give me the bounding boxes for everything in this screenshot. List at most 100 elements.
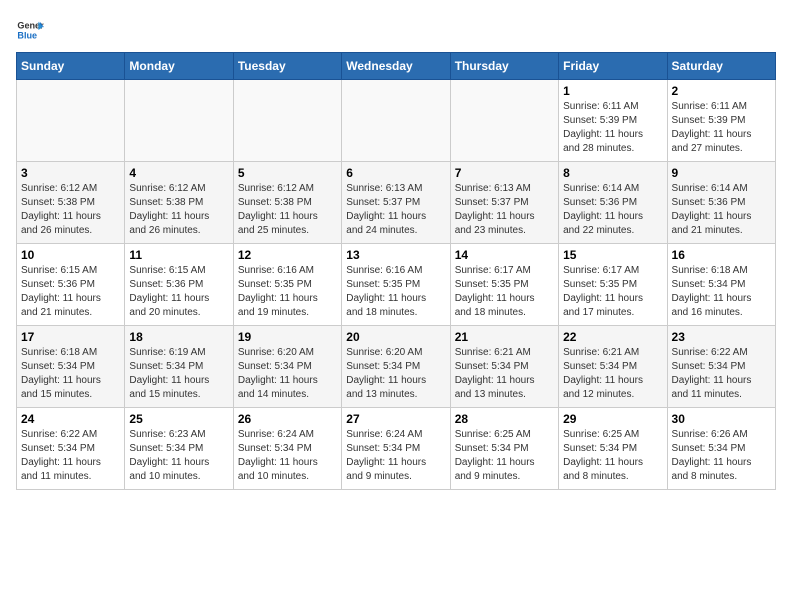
weekday-header-saturday: Saturday <box>667 53 775 80</box>
calendar-cell: 17 Sunrise: 6:18 AM Sunset: 5:34 PM Dayli… <box>17 326 125 408</box>
week-row-1: 1 Sunrise: 6:11 AM Sunset: 5:39 PM Daylig… <box>17 80 776 162</box>
page-header: General Blue <box>16 16 776 44</box>
day-info: Sunrise: 6:20 AM Sunset: 5:34 PM Dayligh… <box>238 346 337 402</box>
day-info: Sunrise: 6:15 AM Sunset: 5:36 PM Dayligh… <box>129 264 228 320</box>
day-number: 26 <box>238 412 337 426</box>
day-number: 3 <box>21 166 120 180</box>
day-info: Sunrise: 6:21 AM Sunset: 5:34 PM Dayligh… <box>563 346 662 402</box>
day-number: 22 <box>563 330 662 344</box>
calendar-cell: 26 Sunrise: 6:24 AM Sunset: 5:34 PM Dayli… <box>233 408 341 490</box>
week-row-2: 3 Sunrise: 6:12 AM Sunset: 5:38 PM Daylig… <box>17 162 776 244</box>
day-info: Sunrise: 6:13 AM Sunset: 5:37 PM Dayligh… <box>455 182 554 238</box>
week-row-4: 17 Sunrise: 6:18 AM Sunset: 5:34 PM Dayli… <box>17 326 776 408</box>
day-info: Sunrise: 6:17 AM Sunset: 5:35 PM Dayligh… <box>563 264 662 320</box>
day-info: Sunrise: 6:14 AM Sunset: 5:36 PM Dayligh… <box>563 182 662 238</box>
day-info: Sunrise: 6:26 AM Sunset: 5:34 PM Dayligh… <box>672 428 771 484</box>
day-number: 9 <box>672 166 771 180</box>
calendar-cell <box>342 80 450 162</box>
calendar-cell: 16 Sunrise: 6:18 AM Sunset: 5:34 PM Dayli… <box>667 244 775 326</box>
calendar-cell: 13Sunrise: 6:16 AM Sunset: 5:35 PM Dayli… <box>342 244 450 326</box>
day-info: Sunrise: 6:23 AM Sunset: 5:34 PM Dayligh… <box>129 428 228 484</box>
week-row-3: 10Sunrise: 6:15 AM Sunset: 5:36 PM Dayli… <box>17 244 776 326</box>
calendar-cell: 6Sunrise: 6:13 AM Sunset: 5:37 PM Daylig… <box>342 162 450 244</box>
day-number: 23 <box>672 330 771 344</box>
calendar-cell: 11Sunrise: 6:15 AM Sunset: 5:36 PM Dayli… <box>125 244 233 326</box>
day-number: 30 <box>672 412 771 426</box>
day-info: Sunrise: 6:11 AM Sunset: 5:39 PM Dayligh… <box>563 100 662 156</box>
weekday-header-friday: Friday <box>559 53 667 80</box>
day-info: Sunrise: 6:24 AM Sunset: 5:34 PM Dayligh… <box>238 428 337 484</box>
day-info: Sunrise: 6:15 AM Sunset: 5:36 PM Dayligh… <box>21 264 120 320</box>
day-number: 4 <box>129 166 228 180</box>
day-number: 15 <box>563 248 662 262</box>
day-info: Sunrise: 6:16 AM Sunset: 5:35 PM Dayligh… <box>238 264 337 320</box>
weekday-header-monday: Monday <box>125 53 233 80</box>
day-number: 25 <box>129 412 228 426</box>
day-number: 29 <box>563 412 662 426</box>
calendar-cell: 14 Sunrise: 6:17 AM Sunset: 5:35 PM Dayli… <box>450 244 558 326</box>
day-number: 12 <box>238 248 337 262</box>
calendar-cell: 25 Sunrise: 6:23 AM Sunset: 5:34 PM Dayli… <box>125 408 233 490</box>
day-number: 2 <box>672 84 771 98</box>
calendar-cell: 20 Sunrise: 6:20 AM Sunset: 5:34 PM Dayli… <box>342 326 450 408</box>
weekday-header-wednesday: Wednesday <box>342 53 450 80</box>
day-number: 27 <box>346 412 445 426</box>
calendar-cell: 8Sunrise: 6:14 AM Sunset: 5:36 PM Daylig… <box>559 162 667 244</box>
day-info: Sunrise: 6:18 AM Sunset: 5:34 PM Dayligh… <box>672 264 771 320</box>
calendar-cell: 21 Sunrise: 6:21 AM Sunset: 5:34 PM Dayli… <box>450 326 558 408</box>
calendar-cell: 18Sunrise: 6:19 AM Sunset: 5:34 PM Dayli… <box>125 326 233 408</box>
calendar-cell <box>17 80 125 162</box>
day-number: 17 <box>21 330 120 344</box>
day-info: Sunrise: 6:21 AM Sunset: 5:34 PM Dayligh… <box>455 346 554 402</box>
day-info: Sunrise: 6:24 AM Sunset: 5:34 PM Dayligh… <box>346 428 445 484</box>
day-number: 5 <box>238 166 337 180</box>
calendar-cell: 22 Sunrise: 6:21 AM Sunset: 5:34 PM Dayli… <box>559 326 667 408</box>
calendar-cell: 1 Sunrise: 6:11 AM Sunset: 5:39 PM Daylig… <box>559 80 667 162</box>
calendar-cell: 12 Sunrise: 6:16 AM Sunset: 5:35 PM Dayli… <box>233 244 341 326</box>
day-info: Sunrise: 6:12 AM Sunset: 5:38 PM Dayligh… <box>21 182 120 238</box>
day-info: Sunrise: 6:22 AM Sunset: 5:34 PM Dayligh… <box>21 428 120 484</box>
weekday-row: SundayMondayTuesdayWednesdayThursdayFrid… <box>17 53 776 80</box>
calendar-cell <box>233 80 341 162</box>
day-number: 24 <box>21 412 120 426</box>
day-info: Sunrise: 6:12 AM Sunset: 5:38 PM Dayligh… <box>129 182 228 238</box>
day-info: Sunrise: 6:12 AM Sunset: 5:38 PM Dayligh… <box>238 182 337 238</box>
logo: General Blue <box>16 16 48 44</box>
day-info: Sunrise: 6:16 AM Sunset: 5:35 PM Dayligh… <box>346 264 445 320</box>
calendar-cell: 29Sunrise: 6:25 AM Sunset: 5:34 PM Dayli… <box>559 408 667 490</box>
day-number: 18 <box>129 330 228 344</box>
svg-text:Blue: Blue <box>17 30 37 40</box>
calendar-cell: 4 Sunrise: 6:12 AM Sunset: 5:38 PM Daylig… <box>125 162 233 244</box>
week-row-5: 24 Sunrise: 6:22 AM Sunset: 5:34 PM Dayli… <box>17 408 776 490</box>
day-info: Sunrise: 6:17 AM Sunset: 5:35 PM Dayligh… <box>455 264 554 320</box>
day-info: Sunrise: 6:20 AM Sunset: 5:34 PM Dayligh… <box>346 346 445 402</box>
day-info: Sunrise: 6:13 AM Sunset: 5:37 PM Dayligh… <box>346 182 445 238</box>
calendar-body: 1 Sunrise: 6:11 AM Sunset: 5:39 PM Daylig… <box>17 80 776 490</box>
calendar-header: SundayMondayTuesdayWednesdayThursdayFrid… <box>17 53 776 80</box>
day-number: 20 <box>346 330 445 344</box>
day-number: 21 <box>455 330 554 344</box>
day-info: Sunrise: 6:18 AM Sunset: 5:34 PM Dayligh… <box>21 346 120 402</box>
weekday-header-sunday: Sunday <box>17 53 125 80</box>
calendar-cell <box>125 80 233 162</box>
calendar-cell: 28 Sunrise: 6:25 AM Sunset: 5:34 PM Dayli… <box>450 408 558 490</box>
calendar-cell: 9Sunrise: 6:14 AM Sunset: 5:36 PM Daylig… <box>667 162 775 244</box>
calendar-cell: 2Sunrise: 6:11 AM Sunset: 5:39 PM Daylig… <box>667 80 775 162</box>
calendar-cell <box>450 80 558 162</box>
day-info: Sunrise: 6:22 AM Sunset: 5:34 PM Dayligh… <box>672 346 771 402</box>
day-info: Sunrise: 6:25 AM Sunset: 5:34 PM Dayligh… <box>455 428 554 484</box>
calendar-cell: 23 Sunrise: 6:22 AM Sunset: 5:34 PM Dayli… <box>667 326 775 408</box>
calendar-cell: 30 Sunrise: 6:26 AM Sunset: 5:34 PM Dayli… <box>667 408 775 490</box>
calendar-cell: 5 Sunrise: 6:12 AM Sunset: 5:38 PM Daylig… <box>233 162 341 244</box>
day-number: 16 <box>672 248 771 262</box>
day-number: 14 <box>455 248 554 262</box>
calendar-cell: 10Sunrise: 6:15 AM Sunset: 5:36 PM Dayli… <box>17 244 125 326</box>
weekday-header-thursday: Thursday <box>450 53 558 80</box>
day-number: 7 <box>455 166 554 180</box>
day-number: 28 <box>455 412 554 426</box>
logo-icon: General Blue <box>16 16 44 44</box>
day-number: 19 <box>238 330 337 344</box>
calendar-cell: 27 Sunrise: 6:24 AM Sunset: 5:34 PM Dayli… <box>342 408 450 490</box>
day-number: 1 <box>563 84 662 98</box>
calendar-table: SundayMondayTuesdayWednesdayThursdayFrid… <box>16 52 776 490</box>
